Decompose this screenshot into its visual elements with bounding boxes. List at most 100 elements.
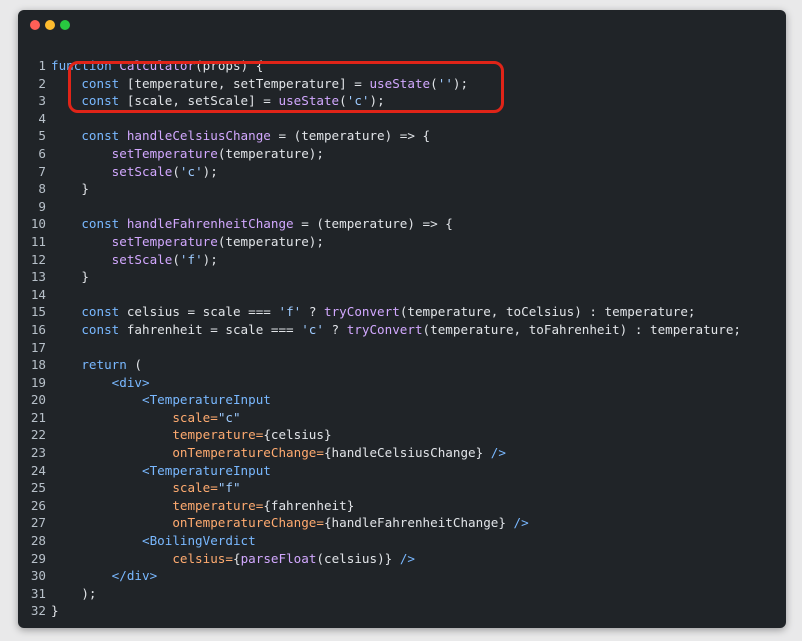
code-token: {fahrenheit} xyxy=(263,497,355,513)
code-token: { xyxy=(232,550,241,566)
line-number: 27 xyxy=(30,515,46,531)
code-line: 27 onTemperatureChange={handleFahrenheit… xyxy=(18,514,786,532)
code-token: handleCelsiusChange xyxy=(126,128,271,144)
line-number: 13 xyxy=(30,269,46,285)
code-token: /> xyxy=(505,515,529,531)
code-token: ( xyxy=(172,251,180,267)
code-token: ( xyxy=(134,357,142,373)
code-token: return xyxy=(51,357,135,373)
maximize-button[interactable] xyxy=(60,20,70,30)
line-number: 15 xyxy=(30,304,46,320)
code-line: 17 xyxy=(18,339,786,357)
code-token: = (temperature) => { xyxy=(293,216,453,232)
line-number: 28 xyxy=(30,533,46,549)
code-token: temperature= xyxy=(51,497,264,513)
highlight-annotation xyxy=(68,61,504,113)
code-line: 29 celsius={parseFloat(celsius)} /> xyxy=(18,550,786,568)
code-token: celsius= xyxy=(51,550,233,566)
minimize-button[interactable] xyxy=(45,20,55,30)
line-number: 7 xyxy=(38,163,46,179)
line-number: 4 xyxy=(38,110,46,126)
line-number: 9 xyxy=(38,198,46,214)
code-token: const xyxy=(51,216,127,232)
line-number: 2 xyxy=(38,75,46,91)
code-token: ); xyxy=(51,585,97,601)
code-token: <TemperatureInput xyxy=(51,392,271,408)
line-number: 8 xyxy=(38,181,46,197)
code-token: <TemperatureInput xyxy=(51,462,271,478)
code-token: handleFahrenheitChange xyxy=(126,216,294,232)
code-line: 32} xyxy=(18,602,786,620)
line-number: 30 xyxy=(30,568,46,584)
code-line: 28 <BoilingVerdict xyxy=(18,532,786,550)
code-line: 20 <TemperatureInput xyxy=(18,391,786,409)
code-token: parseFloat xyxy=(240,550,317,566)
code-line: 6 setTemperature(temperature); xyxy=(18,145,786,163)
code-token: <BoilingVerdict xyxy=(51,533,256,549)
code-token: ? xyxy=(323,321,347,337)
code-line: 22 temperature={celsius} xyxy=(18,426,786,444)
line-number: 23 xyxy=(30,445,46,461)
code-token: celsius = scale === xyxy=(126,304,279,320)
code-token: ); xyxy=(202,251,218,267)
code-token: 'c' xyxy=(301,321,324,337)
code-token: (temperature, toFahrenheit) : temperatur… xyxy=(422,321,741,337)
line-number: 26 xyxy=(30,497,46,513)
line-number: 16 xyxy=(30,321,46,337)
code-line: 19 <div> xyxy=(18,374,786,392)
code-token: <div> xyxy=(51,374,150,390)
code-token: onTemperatureChange= xyxy=(51,515,324,531)
code-token: const xyxy=(51,304,127,320)
code-line: 13 } xyxy=(18,268,786,286)
line-number: 31 xyxy=(30,585,46,601)
code-token: "c" xyxy=(217,409,241,425)
line-number: 21 xyxy=(30,409,46,425)
line-number: 14 xyxy=(30,286,46,302)
code-line: 26 temperature={fahrenheit} xyxy=(18,497,786,515)
code-token: const xyxy=(51,128,127,144)
code-token: scale= xyxy=(51,480,218,496)
code-token: setTemperature xyxy=(51,233,218,249)
code-token: scale= xyxy=(51,409,218,425)
line-number: 3 xyxy=(38,93,46,109)
code-token: 'c' xyxy=(179,163,203,179)
line-number: 20 xyxy=(30,392,46,408)
line-number: 5 xyxy=(38,128,46,144)
line-number: 1 xyxy=(38,58,46,73)
line-number: 18 xyxy=(30,357,46,373)
line-number: 6 xyxy=(38,145,46,161)
line-number: 22 xyxy=(30,427,46,443)
code-line: 10 const handleFahrenheitChange = (tempe… xyxy=(18,215,786,233)
code-token: setTemperature xyxy=(51,145,218,161)
code-token: setScale xyxy=(51,251,173,267)
code-line: 8 } xyxy=(18,180,786,198)
code-token: 'f' xyxy=(278,304,302,320)
code-token: = (temperature) => { xyxy=(270,128,431,144)
code-token: tryConvert xyxy=(346,321,423,337)
line-number: 17 xyxy=(30,339,46,355)
code-line: 16 const fahrenheit = scale === 'c' ? tr… xyxy=(18,321,786,339)
line-number: 25 xyxy=(30,480,46,496)
code-token: tryConvert xyxy=(323,304,400,320)
code-token: {celsius} xyxy=(263,427,332,443)
code-line: 24 <TemperatureInput xyxy=(18,462,786,480)
code-token: 'f' xyxy=(179,251,203,267)
code-line: 5 const handleCelsiusChange = (temperatu… xyxy=(18,127,786,145)
code-line: 18 return ( xyxy=(18,356,786,374)
code-token: (temperature); xyxy=(217,233,324,249)
line-number: 12 xyxy=(30,251,46,267)
code-token: temperature= xyxy=(51,427,264,443)
line-number: 19 xyxy=(30,374,46,390)
code-token: (celsius)} xyxy=(316,550,393,566)
close-button[interactable] xyxy=(30,20,40,30)
window-titlebar xyxy=(18,10,786,40)
code-line: 14 xyxy=(18,286,786,304)
code-token: onTemperatureChange= xyxy=(51,445,324,461)
code-token: (temperature); xyxy=(217,145,324,161)
code-line: 31 ); xyxy=(18,585,786,603)
code-line: 30 </div> xyxy=(18,567,786,585)
code-line: 25 scale="f" xyxy=(18,479,786,497)
code-line: 9 xyxy=(18,198,786,216)
code-line: 21 scale="c" xyxy=(18,409,786,427)
code-token: </div> xyxy=(51,568,158,584)
